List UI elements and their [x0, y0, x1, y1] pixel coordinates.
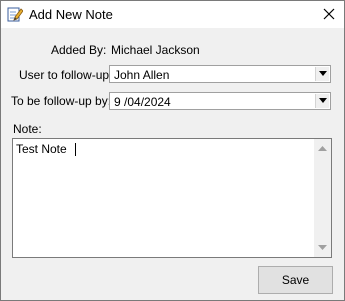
added-by-label: Added By: — [51, 43, 107, 57]
follow-up-date-picker[interactable]: 9 /04/2024 — [109, 92, 331, 110]
user-to-follow-up-label: User to follow-up: — [19, 68, 113, 82]
chevron-down-icon[interactable] — [315, 67, 329, 81]
add-new-note-dialog: Add New Note Added By: Michael Jackson U… — [0, 0, 345, 301]
chevron-down-icon[interactable] — [315, 94, 329, 108]
note-text: Test Note — [16, 142, 67, 156]
note-textarea[interactable]: Test Note — [12, 138, 332, 258]
edit-note-icon — [7, 6, 24, 22]
follow-up-date-value: 9 /04/2024 — [114, 95, 171, 109]
close-button[interactable] — [314, 1, 344, 28]
scroll-down-icon — [318, 245, 327, 250]
close-icon — [323, 8, 335, 20]
scroll-up-icon — [318, 146, 327, 151]
window-title: Add New Note — [29, 7, 113, 22]
text-caret — [75, 143, 76, 156]
note-label: Note: — [13, 122, 42, 136]
title-bar[interactable]: Add New Note — [1, 1, 344, 28]
user-to-follow-up-combobox[interactable]: John Allen — [109, 65, 331, 83]
note-scrollbar[interactable] — [314, 139, 331, 257]
user-to-follow-up-value: John Allen — [114, 68, 170, 82]
save-button[interactable]: Save — [258, 266, 333, 294]
added-by-value: Michael Jackson — [111, 43, 200, 57]
follow-up-date-label: To be follow-up by: — [11, 94, 112, 108]
